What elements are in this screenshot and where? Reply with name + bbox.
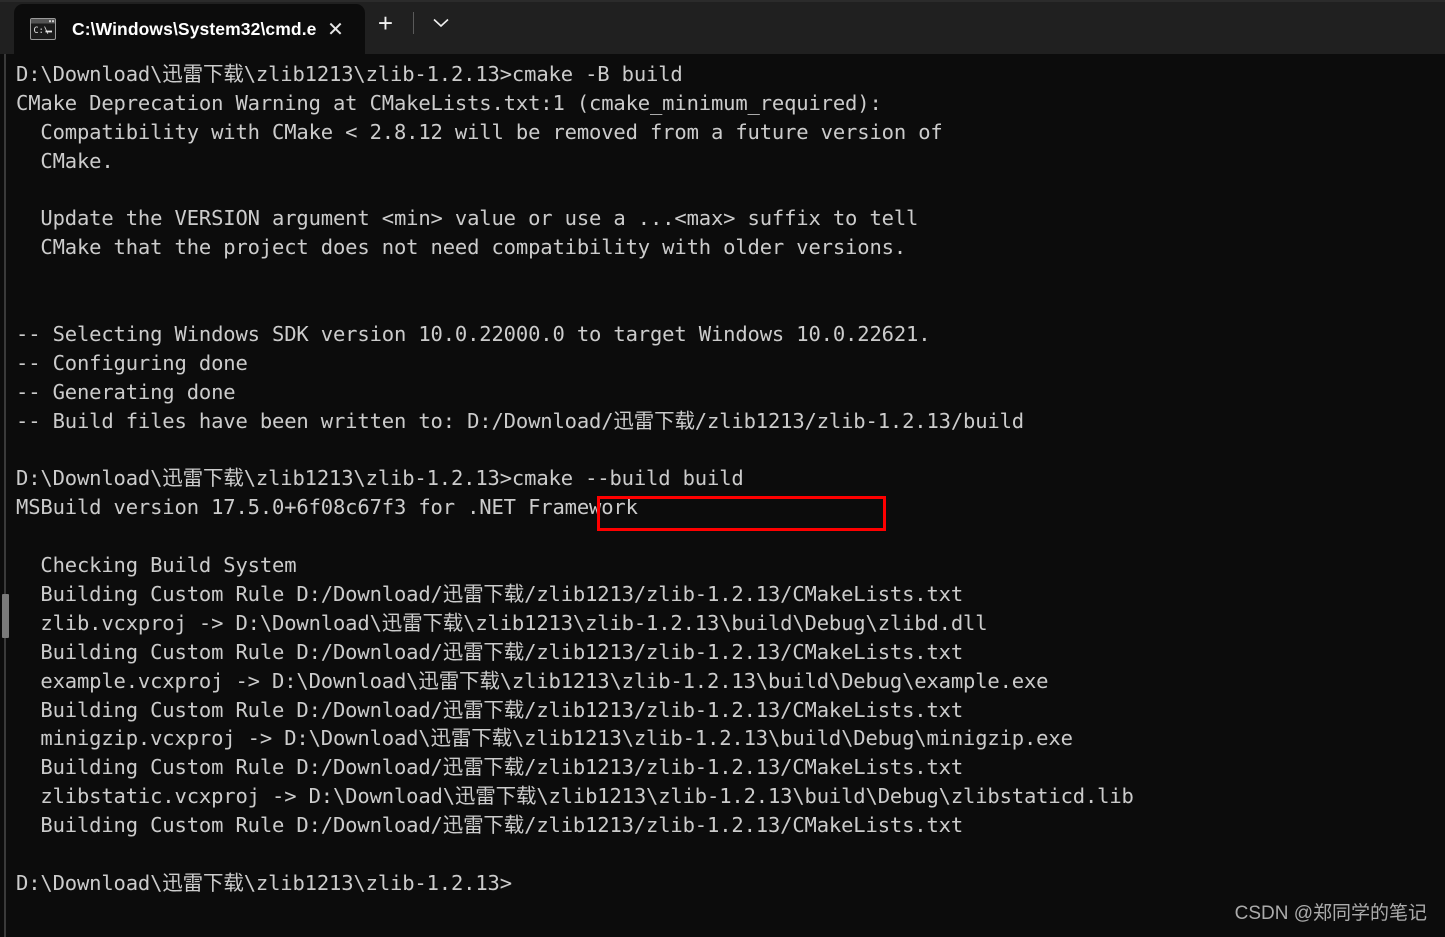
terminal-line: D:\Download\迅雷下载\zlib1213\zlib-1.2.13> bbox=[16, 870, 512, 895]
terminal-line: -- Selecting Windows SDK version 10.0.22… bbox=[16, 322, 931, 347]
terminal-line: Building Custom Rule D:/Download/迅雷下载/zl… bbox=[16, 639, 964, 664]
terminal-line: minigzip.vcxproj -> D:\Download\迅雷下载\zli… bbox=[16, 726, 1073, 751]
terminal-scrollbar[interactable] bbox=[0, 54, 10, 937]
terminal-line: Building Custom Rule D:/Download/迅雷下载/zl… bbox=[16, 697, 964, 722]
terminal-line: Checking Build System bbox=[16, 553, 297, 578]
new-tab-icon[interactable]: + bbox=[365, 5, 407, 41]
scrollbar-thumb[interactable] bbox=[2, 594, 9, 638]
tab-title: C:\Windows\System32\cmd.e bbox=[72, 18, 317, 39]
terminal-line: Building Custom Rule D:/Download/迅雷下载/zl… bbox=[16, 582, 964, 607]
chevron-down-icon[interactable] bbox=[420, 5, 462, 41]
terminal-body[interactable]: D:\Download\迅雷下载\zlib1213\zlib-1.2.13>cm… bbox=[0, 54, 1445, 937]
terminal-window: C:\ C:\Windows\System32\cmd.e ✕ + D:\Dow… bbox=[0, 0, 1445, 937]
terminal-line: example.vcxproj -> D:\Download\迅雷下载\zlib… bbox=[16, 668, 1049, 693]
terminal-line: zlib.vcxproj -> D:\Download\迅雷下载\zlib121… bbox=[16, 610, 988, 635]
watermark-label: CSDN @郑同学的笔记 bbox=[1234, 903, 1427, 924]
terminal-line: CMake. bbox=[16, 148, 114, 173]
terminal-output: D:\Download\迅雷下载\zlib1213\zlib-1.2.13>cm… bbox=[16, 60, 1445, 937]
tabbar-actions: + bbox=[365, 0, 462, 54]
terminal-line: D:\Download\迅雷下载\zlib1213\zlib-1.2.13>cm… bbox=[16, 466, 744, 491]
scrollbar-track bbox=[4, 54, 6, 937]
terminal-line: D:\Download\迅雷下载\zlib1213\zlib-1.2.13>cm… bbox=[16, 62, 683, 86]
terminal-line: Building Custom Rule D:/Download/迅雷下载/zl… bbox=[16, 813, 964, 838]
terminal-line: Update the VERSION argument <min> value … bbox=[16, 206, 919, 231]
tab-cmd[interactable]: C:\ C:\Windows\System32\cmd.e ✕ bbox=[14, 4, 365, 54]
terminal-line: CMake Deprecation Warning at CMakeLists.… bbox=[16, 90, 882, 115]
title-bar: C:\ C:\Windows\System32\cmd.e ✕ + bbox=[0, 0, 1445, 54]
terminal-line: Building Custom Rule D:/Download/迅雷下载/zl… bbox=[16, 755, 964, 780]
terminal-line: -- Generating done bbox=[16, 379, 236, 404]
close-icon[interactable]: ✕ bbox=[317, 12, 355, 46]
cmd-console-icon: C:\ bbox=[30, 18, 56, 40]
terminal-line: zlibstatic.vcxproj -> D:\Download\迅雷下载\z… bbox=[16, 784, 1134, 809]
terminal-line: -- Configuring done bbox=[16, 350, 248, 375]
terminal-line: MSBuild version 17.5.0+6f08c67f3 for .NE… bbox=[16, 495, 638, 520]
tabbar-divider bbox=[412, 12, 414, 34]
terminal-line: -- Build files have been written to: D:/… bbox=[16, 408, 1024, 433]
terminal-line: CMake that the project does not need com… bbox=[16, 235, 907, 260]
terminal-line: Compatibility with CMake < 2.8.12 will b… bbox=[16, 119, 943, 144]
